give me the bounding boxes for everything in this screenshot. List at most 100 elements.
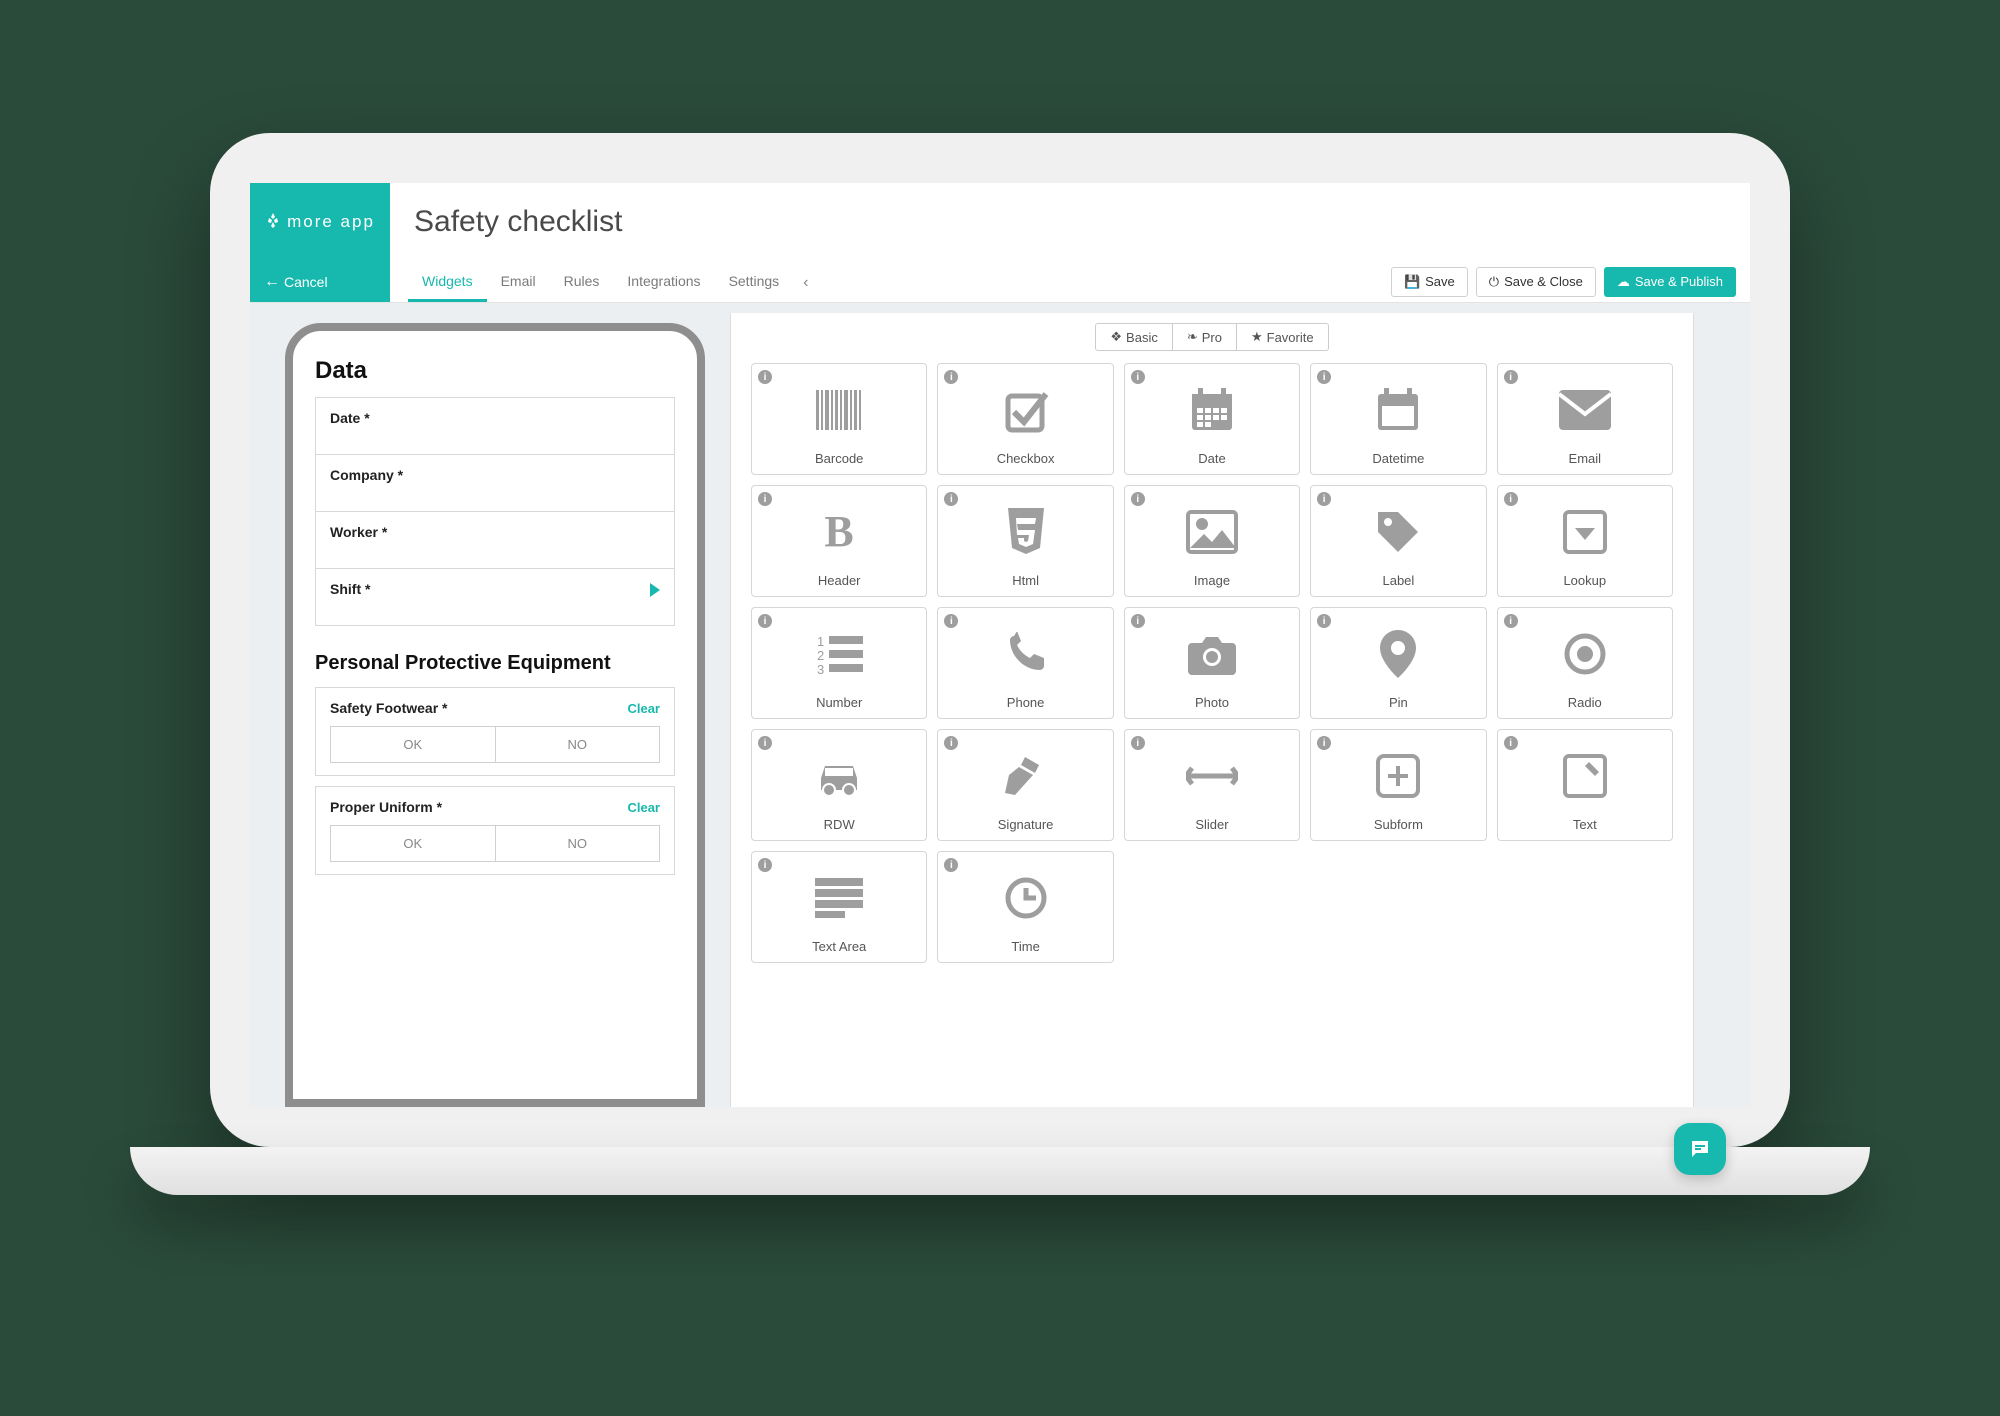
info-icon[interactable]: i bbox=[944, 736, 958, 750]
save-publish-button[interactable]: ☁ Save & Publish bbox=[1604, 267, 1736, 297]
info-icon[interactable]: i bbox=[944, 858, 958, 872]
choice-ok[interactable]: OK bbox=[330, 825, 496, 862]
wheat-icon bbox=[265, 213, 281, 231]
filter-pro[interactable]: ❧ Pro bbox=[1173, 323, 1237, 351]
rdw-icon bbox=[813, 738, 865, 813]
info-icon[interactable]: i bbox=[758, 858, 772, 872]
question-safety-footwear: Safety Footwear * Clear OK NO bbox=[315, 687, 675, 776]
chat-icon bbox=[1688, 1137, 1712, 1161]
info-icon[interactable]: i bbox=[1504, 614, 1518, 628]
tab-settings[interactable]: Settings bbox=[715, 273, 794, 302]
info-icon[interactable]: i bbox=[1317, 370, 1331, 384]
field-worker[interactable]: Worker * bbox=[315, 512, 675, 569]
choice-no[interactable]: NO bbox=[496, 726, 661, 763]
widget-date[interactable]: iDate bbox=[1124, 363, 1300, 475]
info-icon[interactable]: i bbox=[758, 370, 772, 384]
widget-textarea[interactable]: iText Area bbox=[751, 851, 927, 963]
widget-slider[interactable]: iSlider bbox=[1124, 729, 1300, 841]
widget-label: Lookup bbox=[1563, 573, 1606, 588]
widget-barcode[interactable]: iBarcode bbox=[751, 363, 927, 475]
clear-button[interactable]: Clear bbox=[627, 800, 660, 815]
chat-fab[interactable] bbox=[1674, 1123, 1726, 1175]
arrow-left-icon: ← bbox=[264, 273, 280, 291]
header-icon: B bbox=[817, 494, 861, 569]
widget-email[interactable]: iEmail bbox=[1497, 363, 1673, 475]
widget-radio[interactable]: iRadio bbox=[1497, 607, 1673, 719]
widget-lookup[interactable]: i Lookup bbox=[1497, 485, 1673, 597]
save-button[interactable]: 💾 Save bbox=[1391, 267, 1468, 297]
widget-pin[interactable]: i Pin bbox=[1310, 607, 1486, 719]
cancel-button[interactable]: ← Cancel bbox=[250, 261, 390, 302]
info-icon[interactable]: i bbox=[1317, 614, 1331, 628]
tab-integrations[interactable]: Integrations bbox=[613, 273, 714, 302]
info-icon[interactable]: i bbox=[1131, 736, 1145, 750]
info-icon[interactable]: i bbox=[758, 492, 772, 506]
widget-datetime[interactable]: iDatetime bbox=[1310, 363, 1486, 475]
tab-widgets[interactable]: Widgets bbox=[408, 273, 487, 302]
widget-time[interactable]: i Time bbox=[937, 851, 1113, 963]
info-icon[interactable]: i bbox=[1317, 736, 1331, 750]
phone-icon bbox=[1004, 616, 1048, 691]
tabs-chevron-left-icon[interactable]: ‹ bbox=[793, 274, 818, 302]
info-icon[interactable]: i bbox=[1504, 492, 1518, 506]
section-data: Data bbox=[315, 357, 675, 385]
email-icon bbox=[1559, 372, 1611, 447]
info-icon[interactable]: i bbox=[944, 492, 958, 506]
filter-basic[interactable]: ❖ Basic bbox=[1095, 323, 1172, 351]
field-date[interactable]: Date * bbox=[315, 397, 675, 455]
widget-label: Time bbox=[1011, 939, 1039, 954]
barcode-icon bbox=[814, 372, 864, 447]
question-proper-uniform: Proper Uniform * Clear OK NO bbox=[315, 786, 675, 875]
photo-icon bbox=[1186, 616, 1238, 691]
field-shift[interactable]: Shift * bbox=[315, 569, 675, 626]
widget-subform[interactable]: iSubform bbox=[1310, 729, 1486, 841]
choice-no[interactable]: NO bbox=[496, 825, 661, 862]
filter-favorite-label: Favorite bbox=[1267, 330, 1314, 345]
info-icon[interactable]: i bbox=[758, 614, 772, 628]
widget-html[interactable]: iHtml bbox=[937, 485, 1113, 597]
info-icon[interactable]: i bbox=[944, 614, 958, 628]
info-icon[interactable]: i bbox=[1504, 370, 1518, 384]
widget-label: Phone bbox=[1007, 695, 1045, 710]
html-icon bbox=[1004, 494, 1048, 569]
widget-image[interactable]: iImage bbox=[1124, 485, 1300, 597]
widget-number[interactable]: i123Number bbox=[751, 607, 927, 719]
widget-label[interactable]: iLabel bbox=[1310, 485, 1486, 597]
info-icon[interactable]: i bbox=[758, 736, 772, 750]
caret-right-icon bbox=[650, 583, 660, 597]
leaf-icon: ❧ bbox=[1187, 329, 1198, 345]
svg-text:3: 3 bbox=[817, 662, 824, 676]
widget-phone[interactable]: i Phone bbox=[937, 607, 1113, 719]
pin-icon bbox=[1380, 616, 1416, 691]
info-icon[interactable]: i bbox=[1504, 736, 1518, 750]
widget-rdw[interactable]: i RDW bbox=[751, 729, 927, 841]
number-icon: 123 bbox=[813, 616, 865, 691]
save-publish-label: Save & Publish bbox=[1635, 274, 1723, 289]
widget-text[interactable]: iText bbox=[1497, 729, 1673, 841]
tab-email[interactable]: Email bbox=[487, 273, 550, 302]
widget-photo[interactable]: iPhoto bbox=[1124, 607, 1300, 719]
info-icon[interactable]: i bbox=[1131, 492, 1145, 506]
info-icon[interactable]: i bbox=[1317, 492, 1331, 506]
tab-rules[interactable]: Rules bbox=[550, 273, 614, 302]
widget-label: Pin bbox=[1389, 695, 1408, 710]
cloud-icon: ☁ bbox=[1617, 274, 1630, 290]
info-icon[interactable]: i bbox=[944, 370, 958, 384]
filter-favorite[interactable]: ★ Favorite bbox=[1237, 323, 1329, 351]
info-icon[interactable]: i bbox=[1131, 370, 1145, 384]
widget-checkbox[interactable]: iCheckbox bbox=[937, 363, 1113, 475]
q1-label: Safety Footwear * bbox=[330, 700, 447, 716]
svg-text:B: B bbox=[825, 510, 854, 554]
date-icon bbox=[1188, 372, 1236, 447]
field-company[interactable]: Company * bbox=[315, 455, 675, 512]
save-close-label: Save & Close bbox=[1504, 274, 1583, 289]
choice-ok[interactable]: OK bbox=[330, 726, 496, 763]
widget-label: RDW bbox=[824, 817, 855, 832]
clear-button[interactable]: Clear bbox=[627, 701, 660, 716]
field-shift-label: Shift * bbox=[330, 581, 370, 597]
widget-signature[interactable]: iSignature bbox=[937, 729, 1113, 841]
info-icon[interactable]: i bbox=[1131, 614, 1145, 628]
save-close-button[interactable]: ⏻ Save & Close bbox=[1476, 267, 1596, 297]
widget-header[interactable]: iBHeader bbox=[751, 485, 927, 597]
signature-icon bbox=[1003, 738, 1049, 813]
